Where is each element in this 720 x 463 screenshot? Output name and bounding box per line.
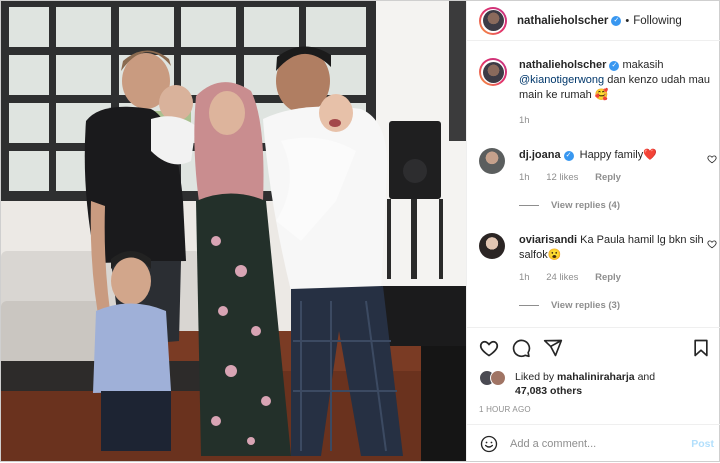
avatar[interactable] [479,6,507,35]
caption-mention[interactable]: @kianotigerwong [519,74,604,86]
verified-icon: ✓ [609,61,620,71]
view-replies-label: View replies (3) [551,300,620,311]
caption-avatar[interactable] [479,58,507,86]
comments-scroll[interactable]: nathalieholscher ✓ makasih @kianotigerwon… [467,42,720,327]
separator-dot: • [625,14,630,27]
reply-button[interactable]: Reply [595,172,621,183]
family-photo-illustration [1,1,466,461]
post-header: nathalieholscher ✓ • Following [467,1,720,41]
comment-input[interactable] [510,438,680,450]
reply-button[interactable]: Reply [595,272,621,283]
emoji-icon[interactable] [480,435,498,453]
heart-icon[interactable] [479,338,499,358]
comment-body: Happy family❤️ [579,149,657,161]
view-replies-label: View replies (4) [551,200,620,211]
share-icon[interactable] [543,338,563,358]
comment-item: oviarisandi Ka Paula hamil lg bkn sih sa… [479,233,717,311]
header-username[interactable]: nathalieholscher [517,15,608,27]
action-bar [479,338,709,360]
verified-icon: ✓ [611,15,622,26]
like-comment-heart-icon[interactable] [707,154,717,164]
view-replies-button[interactable]: View replies (3) [519,300,711,311]
comment-likes[interactable]: 12 likes [546,172,578,183]
caption-age: 1h [519,115,530,126]
liked-by-avatars [479,370,509,388]
caption-prefix: makasih [622,59,664,71]
comment-username[interactable]: dj.joana [519,149,561,161]
comment-meta: 1h 12 likes Reply [519,172,711,183]
comment-age: 1h [519,172,530,183]
comment-text: dj.joana ✓ Happy family❤️ [519,148,711,163]
comment-item: dj.joana ✓ Happy family❤️ 1h 12 likes Rep… [479,148,717,211]
avatar[interactable] [479,148,505,174]
comment-icon[interactable] [511,338,531,358]
comment-likes[interactable]: 24 likes [546,272,578,283]
likes-joiner: and [637,371,656,383]
avatar[interactable] [479,233,505,259]
comment-username[interactable]: oviarisandi [519,234,577,246]
comment-meta: 1h 24 likes Reply [519,272,711,283]
likes-count[interactable]: 47,083 others [515,385,582,397]
instagram-post-window: nathalieholscher ✓ • Following nathalieh… [0,0,720,462]
following-button[interactable]: Following [633,15,682,27]
post-timestamp[interactable]: 1 HOUR AGO [479,405,531,414]
likes-text: Liked by mahaliniraharja and 47,083 othe… [515,370,655,398]
likes-user[interactable]: mahaliniraharja [557,371,635,383]
caption: nathalieholscher ✓ makasih @kianotigerwon… [479,58,711,128]
view-replies-button[interactable]: View replies (4) [519,200,711,211]
verified-icon: ✓ [563,151,574,161]
comment-text: oviarisandi Ka Paula hamil lg bkn sih sa… [519,233,711,263]
post-button[interactable]: Post [691,438,714,450]
add-comment-bar: Post [467,424,720,463]
action-section: Liked by mahaliniraharja and 47,083 othe… [467,327,720,462]
like-comment-heart-icon[interactable] [707,239,717,249]
liked-by: Liked by mahaliniraharja and 47,083 othe… [479,370,655,398]
bookmark-icon[interactable] [691,338,711,358]
caption-text: nathalieholscher ✓ makasih @kianotigerwon… [519,58,711,103]
likes-prefix: Liked by [515,371,555,383]
caption-username[interactable]: nathalieholscher [519,59,606,71]
comment-age: 1h [519,272,530,283]
post-sidebar: nathalieholscher ✓ • Following nathalieh… [466,1,720,462]
post-photo[interactable] [1,1,466,461]
